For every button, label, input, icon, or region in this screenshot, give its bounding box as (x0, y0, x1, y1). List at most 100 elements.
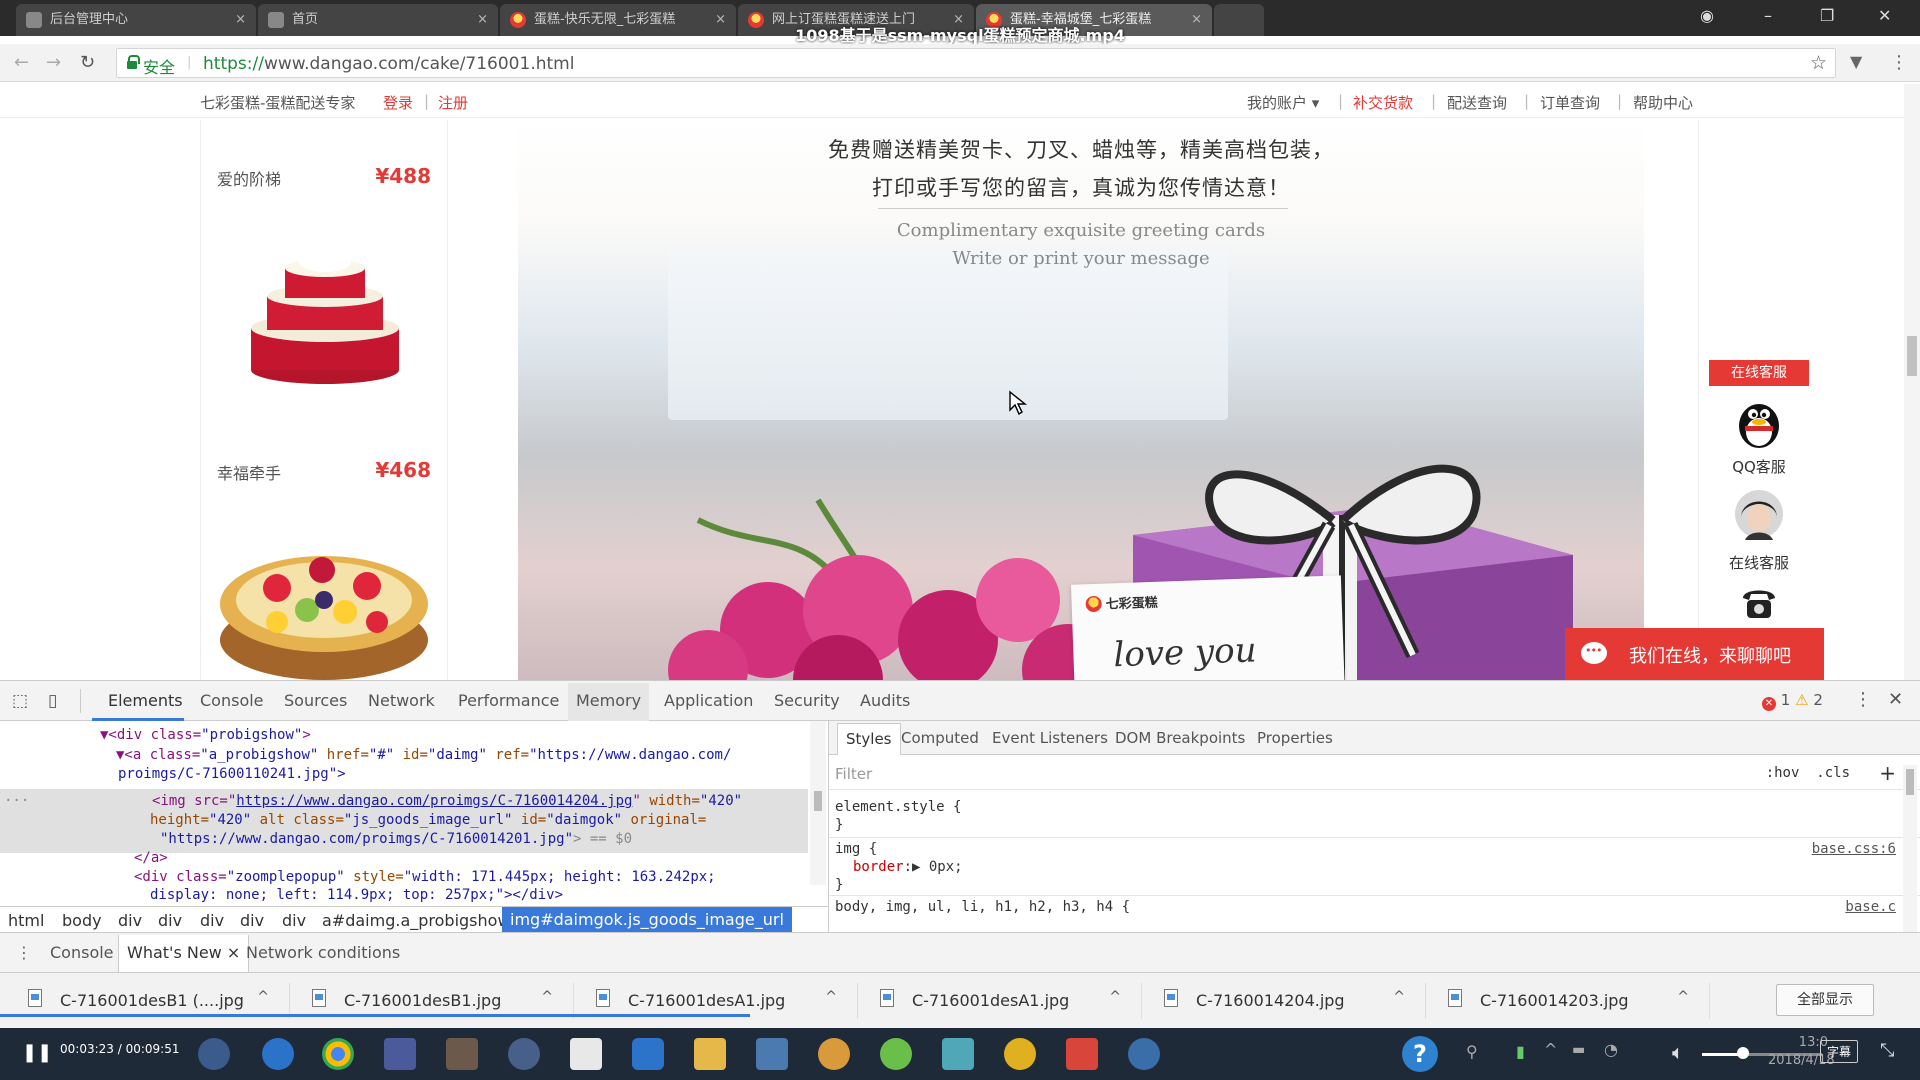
chevron-up-icon[interactable]: ^ (1677, 989, 1689, 1005)
css-declaration[interactable]: border:▶ 0px; (853, 859, 963, 875)
dom-node-a[interactable]: ▼<a class="a_probigshow" href="#" id="da… (116, 747, 731, 763)
help-icon[interactable]: ? (1402, 1036, 1438, 1072)
app-icon[interactable] (818, 1038, 850, 1070)
video-progress-bar[interactable] (0, 1014, 750, 1017)
app-icon[interactable] (508, 1038, 540, 1070)
people-icon[interactable]: ⚲ (1466, 1042, 1478, 1061)
live-chat-bar[interactable]: 我们在线，来聊聊吧 (1565, 628, 1824, 680)
chevron-up-icon[interactable]: ^ (1109, 989, 1121, 1005)
cake-image-fruit[interactable] (217, 530, 431, 680)
crumb-div[interactable]: div (240, 911, 264, 930)
app-icon[interactable] (1128, 1038, 1160, 1070)
css-rule-selector[interactable]: element.style { (835, 799, 961, 815)
tab-properties[interactable]: Properties (1257, 729, 1333, 747)
subtitles-button[interactable]: 字幕 (1820, 1040, 1859, 1063)
ie-browser-icon[interactable] (262, 1038, 294, 1070)
css-source-link[interactable]: base.css:6 (1812, 841, 1896, 857)
chevron-up-icon[interactable]: ^ (257, 989, 269, 1005)
product-name[interactable]: 爱的阶梯 (217, 166, 281, 190)
window-close-icon[interactable]: ✕ (1878, 6, 1891, 25)
phone-icon[interactable] (1739, 586, 1779, 622)
devtools-menu-icon[interactable]: ⋮ (1854, 689, 1872, 710)
volume-knob[interactable] (1737, 1047, 1749, 1059)
delivery-query-link[interactable]: 配送查询 (1447, 92, 1507, 113)
app-icon[interactable] (198, 1038, 230, 1070)
dom-node-a-close[interactable]: </a> (134, 850, 168, 866)
bookmark-star-icon[interactable]: ☆ (1810, 52, 1827, 74)
tab-computed[interactable]: Computed (901, 729, 979, 747)
download-item[interactable]: C-716001desA1.jpg ^ (872, 983, 1142, 1019)
crumb-div[interactable]: div (118, 911, 142, 930)
app-icon[interactable] (1066, 1038, 1098, 1070)
app-icon[interactable] (384, 1038, 416, 1070)
minimize-icon[interactable]: – (1764, 6, 1772, 25)
crumb-img-selected[interactable]: img#daimgok.js_goods_image_url (502, 907, 792, 933)
tab-performance[interactable]: Performance (458, 691, 559, 710)
dom-scrollbar[interactable] (810, 721, 826, 885)
inspect-element-icon[interactable]: ⬚ (12, 691, 28, 711)
extension-icon[interactable]: ▼ (1850, 52, 1862, 71)
mail-icon[interactable] (570, 1038, 602, 1070)
crumb-anchor[interactable]: a#daimg.a_probigshow (322, 911, 511, 930)
crumb-div[interactable]: div (282, 911, 306, 930)
register-link[interactable]: 注册 (438, 92, 468, 113)
crumb-div[interactable]: div (158, 911, 182, 930)
pay-balance-link[interactable]: 补交货款 (1353, 92, 1413, 113)
fullscreen-exit-icon[interactable]: ⤡ (1880, 1040, 1894, 1061)
styles-filter-input[interactable]: Filter (835, 765, 872, 783)
tab-dom-breakpoints[interactable]: DOM Breakpoints (1115, 729, 1245, 747)
url-input[interactable]: 安全 | https://www.dangao.com/cake/716001.… (116, 48, 1836, 78)
css-source-link[interactable]: base.c (1845, 899, 1896, 915)
download-item[interactable]: C-7160014203.jpg ^ (1440, 983, 1710, 1019)
tab-elements[interactable]: Elements (108, 691, 183, 710)
css-rule-selector[interactable]: img { (835, 841, 877, 857)
drawer-tab-whats-new[interactable]: What's New × (118, 935, 250, 973)
css-rule-selector[interactable]: body, img, ul, li, h1, h2, h3, h4 { (835, 899, 1130, 915)
show-all-downloads-button[interactable]: 全部显示 (1776, 984, 1874, 1016)
chevron-up-icon[interactable]: ^ (1393, 989, 1405, 1005)
agent-avatar-icon[interactable] (1735, 488, 1783, 540)
page-scrollbar[interactable] (1904, 84, 1920, 680)
volume-icon[interactable]: 🔈︎ (1672, 1040, 1684, 1064)
device-toolbar-icon[interactable]: ▯ (48, 691, 57, 711)
drawer-tab-console[interactable]: Console (50, 943, 114, 962)
tab-event-listeners[interactable]: Event Listeners (992, 729, 1108, 747)
scrollbar-thumb[interactable] (814, 791, 822, 811)
app-icon[interactable] (942, 1038, 974, 1070)
dom-node-probigshow[interactable]: ▼<div class="probigshow"> (100, 727, 311, 743)
tab-console[interactable]: Console (200, 691, 264, 710)
chevron-up-icon[interactable]: ^ (541, 989, 553, 1005)
app-icon[interactable] (446, 1038, 478, 1070)
drawer-menu-icon[interactable]: ⋮ (16, 943, 32, 962)
wifi-icon[interactable]: ◔ (1604, 1040, 1618, 1059)
qq-service-label[interactable]: QQ客服 (1709, 456, 1809, 477)
qq-penguin-icon[interactable] (1735, 396, 1783, 450)
error-warning-counter[interactable]: ✕ 1 ⚠ 2 (1762, 691, 1823, 711)
menu-icon[interactable]: ⋮ (1890, 52, 1908, 73)
download-item[interactable]: C-7160014204.jpg ^ (1156, 983, 1426, 1019)
chevron-up-icon[interactable]: ^ (1544, 1040, 1557, 1059)
my-account-menu[interactable]: 我的账户 ▾ (1247, 92, 1319, 113)
crumb-html[interactable]: html (8, 911, 44, 930)
tab-application[interactable]: Application (664, 691, 753, 710)
folder-icon[interactable] (694, 1038, 726, 1070)
login-link[interactable]: 登录 (383, 92, 413, 113)
order-query-link[interactable]: 订单查询 (1540, 92, 1600, 113)
app-icon[interactable] (880, 1038, 912, 1070)
forward-icon[interactable]: → (46, 52, 61, 73)
tab-security[interactable]: Security (774, 691, 840, 710)
play-pause-icon[interactable]: ❚❚ (22, 1042, 52, 1063)
tab-sources[interactable]: Sources (284, 691, 347, 710)
chrome-icon[interactable] (322, 1038, 354, 1070)
reload-icon[interactable]: ↻ (80, 52, 95, 73)
app-icon[interactable] (1004, 1038, 1036, 1070)
online-service-label[interactable]: 在线客服 (1709, 552, 1809, 573)
cls-label[interactable]: .cls (1816, 765, 1850, 781)
cake-image-layered[interactable] (245, 240, 405, 390)
devtools-close-icon[interactable]: ✕ (1888, 689, 1903, 710)
dom-node-img[interactable]: <img src="https://www.dangao.com/proimgs… (152, 793, 742, 809)
help-center-link[interactable]: 帮助中心 (1633, 92, 1693, 113)
node-ellipsis[interactable]: ... (4, 789, 29, 805)
user-profile-icon[interactable]: ◉ (1700, 6, 1714, 25)
restore-icon[interactable]: ❐ (1820, 6, 1834, 25)
